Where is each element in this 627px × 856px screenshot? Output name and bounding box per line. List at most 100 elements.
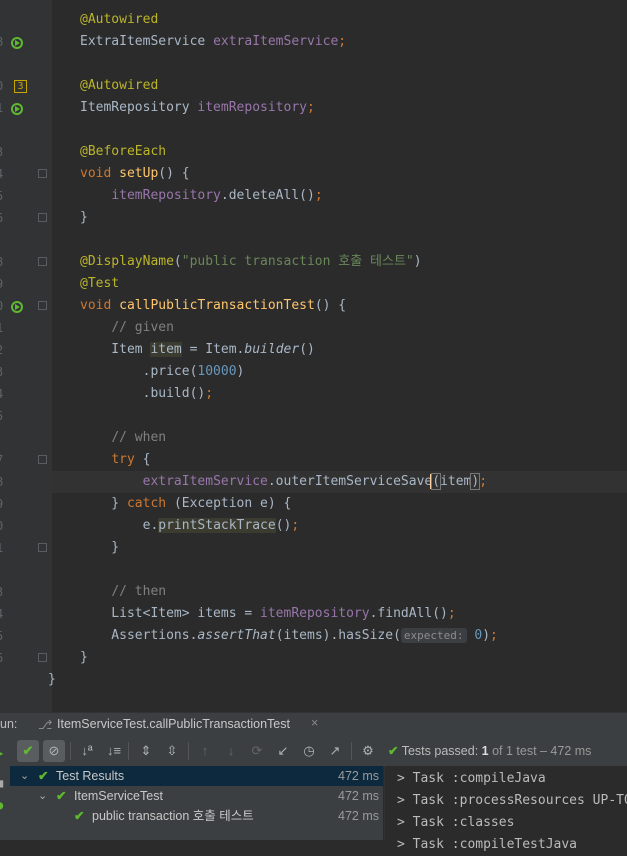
code-token: callPublicTransactionTest <box>119 298 315 313</box>
chevron-down-icon[interactable]: ⌄ <box>38 786 47 806</box>
test-tree-row[interactable]: ✔ public transaction 호출 테스트 472 ms <box>0 806 383 826</box>
fold-marker-icon[interactable] <box>38 213 47 222</box>
console-output[interactable]: > Task :compileJava > Task :processResour… <box>384 766 627 852</box>
export-results-button[interactable]: ↗ <box>324 740 346 762</box>
line-number: 4 <box>0 383 6 405</box>
code-line[interactable]: } catch (Exception e) { <box>80 493 291 515</box>
code-line[interactable]: @DisplayName("public transaction 호출 테스트"… <box>80 251 422 273</box>
arrow-down-icon: ↓ <box>227 743 235 758</box>
stop-icon[interactable]: ■ <box>0 776 3 790</box>
fold-marker-icon[interactable] <box>38 653 47 662</box>
code-token: 0 <box>474 628 483 643</box>
code-line[interactable]: List<Item> items = itemRepository.findAl… <box>80 603 456 625</box>
code-token: (items).hasSize( <box>275 628 401 643</box>
test-duration: 472 ms <box>338 789 379 803</box>
fold-marker-icon[interactable] <box>38 543 47 552</box>
test-results-tree[interactable]: ⌄ ✔ Test Results 472 ms ⌄ ✔ ItemServiceTest 472… <box>0 766 383 840</box>
code-token: List<Item> items = <box>80 606 261 621</box>
chevron-down-icon[interactable]: ⌄ <box>20 766 29 786</box>
code-token: builder <box>244 342 300 357</box>
code-line[interactable]: Item item = Item.builder() <box>80 339 315 361</box>
settings-button[interactable]: ⚙ <box>357 740 379 762</box>
show-ignored-toggle[interactable]: ⊘ <box>43 740 65 762</box>
code-line[interactable]: @Autowired <box>80 75 158 97</box>
code-line[interactable]: // given <box>80 317 174 339</box>
code-token: catch <box>126 496 174 511</box>
fold-marker-icon[interactable] <box>38 257 47 266</box>
line-number: 1 <box>0 97 6 119</box>
rerun-icon[interactable]: ▶ <box>0 746 3 760</box>
bean-navigation-icon[interactable] <box>10 35 24 49</box>
code-line[interactable]: // when <box>80 427 166 449</box>
code-token: ; <box>291 518 300 533</box>
code-token: ; <box>306 100 315 115</box>
rerun-failed-button[interactable]: ⟳ <box>246 740 268 762</box>
test-tree-row[interactable]: ⌄ ✔ Test Results 472 ms <box>0 766 383 786</box>
code-line[interactable]: itemRepository.deleteAll(); <box>80 185 322 207</box>
fold-marker-icon[interactable] <box>38 169 47 178</box>
code-line[interactable]: void setUp() { <box>80 163 190 185</box>
check-icon: ✔ <box>22 743 34 758</box>
bean-navigation-icon[interactable] <box>10 101 24 115</box>
code-line[interactable]: } <box>48 669 56 691</box>
code-line[interactable]: void callPublicTransactionTest() { <box>80 295 346 317</box>
collapse-all-button[interactable]: ⇳ <box>161 740 183 762</box>
debug-icon[interactable]: ● <box>0 798 3 812</box>
code-token: @BeforeEach <box>80 144 167 159</box>
code-editor[interactable]: 3 801345689012345789013456 @AutowiredExt… <box>0 0 627 712</box>
code-token: } <box>80 496 127 511</box>
next-failed-button[interactable]: ↓ <box>220 740 242 762</box>
line-number <box>0 427 6 449</box>
code-line[interactable]: try { <box>80 449 150 471</box>
import-tests-button[interactable]: ↙ <box>272 740 294 762</box>
test-tree-row[interactable]: ⌄ ✔ ItemServiceTest 472 ms <box>0 786 383 806</box>
bookmark-icon[interactable]: 3 <box>14 80 27 93</box>
fold-marker-icon[interactable] <box>38 455 47 464</box>
fold-marker-icon[interactable] <box>38 301 47 310</box>
test-history-button[interactable]: ◷ <box>298 740 320 762</box>
code-line[interactable]: @Autowired <box>80 9 158 31</box>
line-number: 5 <box>0 625 6 647</box>
previous-failed-button[interactable]: ↑ <box>194 740 216 762</box>
code-token: ) <box>236 364 245 379</box>
code-token: ItemRepository <box>80 100 198 115</box>
test-duration: 472 ms <box>338 809 379 823</box>
test-name: public transaction 호출 테스트 <box>92 809 254 823</box>
code-line[interactable]: // then <box>80 581 166 603</box>
run-tool-window-header: un: ⎇ ItemServiceTest.callPublicTransact… <box>0 712 627 737</box>
code-line[interactable]: } <box>80 207 88 229</box>
expand-all-button[interactable]: ⇕ <box>135 740 157 762</box>
code-token: () { <box>314 298 347 313</box>
code-line[interactable]: ExtraItemService extraItemService; <box>80 31 346 53</box>
code-line[interactable]: @Test <box>80 273 119 295</box>
code-token: ; <box>479 474 488 489</box>
sort-by-duration-button[interactable]: ↓≡ <box>103 740 125 762</box>
code-line[interactable]: } <box>80 647 88 669</box>
code-line[interactable]: e.printStackTrace(); <box>80 515 299 537</box>
code-line[interactable]: extraItemService.outerItemServiceSave(it… <box>80 471 487 493</box>
line-number <box>0 669 6 691</box>
sort-alphabetically-button[interactable]: ↓ª <box>76 740 98 762</box>
code-token: .findAll() <box>369 606 448 621</box>
code-token: ) <box>413 254 422 269</box>
code-line[interactable]: ItemRepository itemRepository; <box>80 97 315 119</box>
code-line[interactable]: Assertions.assertThat(items).hasSize(exp… <box>80 625 498 647</box>
run-test-icon[interactable] <box>10 299 24 313</box>
line-number: 9 <box>0 273 6 295</box>
run-config-tab[interactable]: ItemServiceTest.callPublicTransactionTes… <box>57 717 290 731</box>
show-passed-toggle[interactable]: ✔ <box>17 740 39 762</box>
code-line[interactable]: } <box>80 537 119 559</box>
line-number: 8 <box>0 31 6 53</box>
code-line[interactable]: .build(); <box>80 383 213 405</box>
line-number: 7 <box>0 449 6 471</box>
test-name: Test Results <box>56 769 125 783</box>
code-token: ; <box>447 606 456 621</box>
rerun-icon: ⟳ <box>251 743 263 758</box>
code-token: extraItemService <box>213 34 339 49</box>
code-line[interactable]: .price(10000) <box>80 361 245 383</box>
code-line[interactable]: @BeforeEach <box>80 141 166 163</box>
close-tab-icon[interactable]: × <box>311 716 318 730</box>
arrow-up-icon: ↑ <box>201 743 209 758</box>
test-duration: 472 ms <box>338 769 379 783</box>
